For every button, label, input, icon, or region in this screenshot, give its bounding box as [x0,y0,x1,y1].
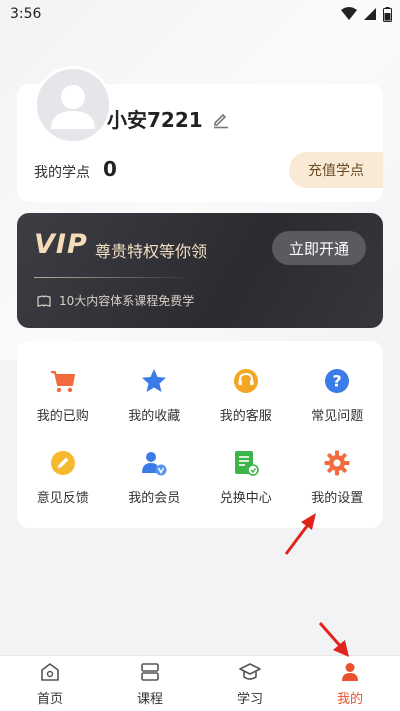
default-avatar-icon [51,85,95,129]
svg-text:?: ? [333,372,342,391]
menu-item-feedback[interactable]: 意见反馈 [17,437,109,519]
signal-icon [364,8,376,20]
function-grid-card: 我的已购 我的收藏 我的客服 ? 常见问题 意见反馈 我的会员 兑换中心 我的设… [17,341,383,528]
cart-icon [50,371,75,393]
redeem-icon [234,450,259,476]
status-time: 3:56 [10,6,42,22]
pencil-icon [50,450,75,475]
menu-item-label: 我的已购 [36,409,89,425]
tab-mine[interactable]: 我的 [300,656,400,711]
graduation-cap-icon [239,663,261,680]
book-icon [37,294,51,307]
status-icons [341,6,392,22]
vip-banner[interactable]: VIP 尊贵特权等你领 10大内容体系课程免费学 立即开通 [17,213,383,328]
menu-item-label: 兑换中心 [219,490,272,506]
tab-label: 学习 [236,692,263,707]
bottom-tab-bar: 首页 课程 学习 我的 [0,655,400,711]
menu-item-purchased[interactable]: 我的已购 [17,355,109,437]
vip-open-button[interactable]: 立即开通 [272,231,366,265]
vip-title: 尊贵特权等你领 [95,242,208,261]
battery-icon [383,6,392,22]
vip-subtitle-row: 10大内容体系课程免费学 [37,292,194,309]
recharge-button[interactable]: 充值学点 [289,152,383,188]
question-icon: ? [325,369,350,394]
menu-item-customer-service[interactable]: 我的客服 [200,355,292,437]
avatar[interactable] [34,66,112,144]
tab-label: 首页 [36,692,63,707]
menu-item-favorites[interactable]: 我的收藏 [109,355,201,437]
member-icon [142,451,167,476]
menu-item-label: 我的收藏 [128,409,181,425]
tab-label: 我的 [336,692,363,707]
vip-divider [34,277,194,278]
profile-card: 小安7221 我的学点 0 充值学点 [17,66,383,202]
user-icon [342,663,358,681]
edit-name-icon[interactable] [211,109,231,129]
course-icon [141,663,159,681]
menu-item-faq[interactable]: ? 常见问题 [292,355,384,437]
wifi-icon [341,7,357,20]
annotation-arrow-settings [284,513,316,555]
function-grid: 我的已购 我的收藏 我的客服 ? 常见问题 意见反馈 我的会员 兑换中心 我的设… [17,341,383,528]
menu-item-label: 我的客服 [219,409,272,425]
username-row: 小安7221 [107,104,231,133]
menu-item-settings[interactable]: 我的设置 [292,437,384,519]
menu-item-membership[interactable]: 我的会员 [109,437,201,519]
menu-item-label: 意见反馈 [36,490,89,506]
tab-course[interactable]: 课程 [100,656,200,711]
status-bar: 3:56 [0,0,400,28]
tab-home[interactable]: 首页 [0,656,100,711]
menu-item-redeem-center[interactable]: 兑换中心 [200,437,292,519]
menu-item-label: 我的设置 [311,490,364,506]
gear-icon [324,450,350,476]
star-icon [142,369,167,393]
tab-label: 课程 [136,692,163,707]
annotation-arrow-mine-tab [318,622,349,657]
vip-subtitle: 10大内容体系课程免费学 [59,294,195,308]
username: 小安7221 [107,108,203,132]
points-value: 0 [103,157,117,181]
vip-logo: VIP [34,229,88,260]
menu-item-label: 常见问题 [311,409,364,425]
headset-icon [233,369,258,394]
points-label: 我的学点 [34,165,90,181]
home-icon [41,663,59,681]
menu-item-label: 我的会员 [128,490,181,506]
tab-study[interactable]: 学习 [200,656,300,711]
